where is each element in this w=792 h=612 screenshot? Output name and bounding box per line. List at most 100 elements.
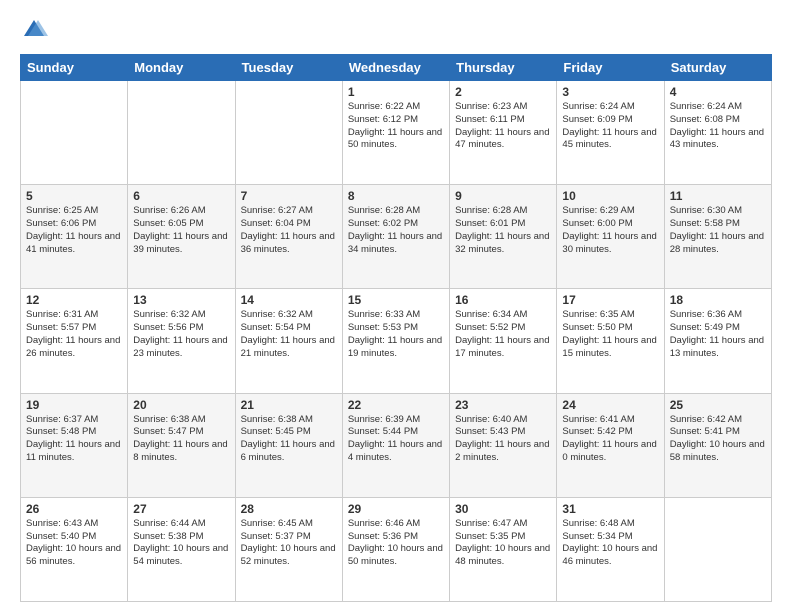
calendar-header-monday: Monday bbox=[128, 55, 235, 81]
cell-info: Sunrise: 6:32 AM Sunset: 5:56 PM Dayligh… bbox=[133, 309, 229, 360]
calendar-cell bbox=[21, 81, 128, 185]
day-number: 20 bbox=[133, 398, 229, 412]
day-number: 17 bbox=[562, 293, 658, 307]
calendar-header-tuesday: Tuesday bbox=[235, 55, 342, 81]
cell-info: Sunrise: 6:43 AM Sunset: 5:40 PM Dayligh… bbox=[26, 518, 122, 569]
cell-info: Sunrise: 6:31 AM Sunset: 5:57 PM Dayligh… bbox=[26, 309, 122, 360]
calendar-cell: 22 Sunrise: 6:39 AM Sunset: 5:44 PM Dayli… bbox=[342, 393, 449, 497]
calendar-cell: 29Sunrise: 6:46 AM Sunset: 5:36 PM Dayli… bbox=[342, 497, 449, 601]
logo-icon bbox=[20, 16, 48, 44]
logo bbox=[20, 16, 52, 44]
day-number: 6 bbox=[133, 189, 229, 203]
calendar-week-row: 26 Sunrise: 6:43 AM Sunset: 5:40 PM Dayli… bbox=[21, 497, 772, 601]
calendar-cell: 11 Sunrise: 6:30 AM Sunset: 5:58 PM Dayli… bbox=[664, 185, 771, 289]
calendar-cell: 26 Sunrise: 6:43 AM Sunset: 5:40 PM Dayli… bbox=[21, 497, 128, 601]
calendar-cell: 23 Sunrise: 6:40 AM Sunset: 5:43 PM Dayli… bbox=[450, 393, 557, 497]
calendar-cell: 31Sunrise: 6:48 AM Sunset: 5:34 PM Dayli… bbox=[557, 497, 664, 601]
calendar-cell: 1 Sunrise: 6:22 AM Sunset: 6:12 PM Daylig… bbox=[342, 81, 449, 185]
cell-info: Sunrise: 6:47 AM Sunset: 5:35 PM Dayligh… bbox=[455, 518, 551, 569]
cell-info: Sunrise: 6:38 AM Sunset: 5:45 PM Dayligh… bbox=[241, 414, 337, 465]
cell-info: Sunrise: 6:33 AM Sunset: 5:53 PM Dayligh… bbox=[348, 309, 444, 360]
day-number: 4 bbox=[670, 85, 766, 99]
day-number: 2 bbox=[455, 85, 551, 99]
calendar-header-row: SundayMondayTuesdayWednesdayThursdayFrid… bbox=[21, 55, 772, 81]
cell-info: Sunrise: 6:24 AM Sunset: 6:09 PM Dayligh… bbox=[562, 101, 658, 152]
cell-info: Sunrise: 6:48 AM Sunset: 5:34 PM Dayligh… bbox=[562, 518, 658, 569]
day-number: 3 bbox=[562, 85, 658, 99]
header bbox=[20, 16, 772, 44]
day-number: 28 bbox=[241, 502, 337, 516]
cell-info: Sunrise: 6:36 AM Sunset: 5:49 PM Dayligh… bbox=[670, 309, 766, 360]
calendar-cell: 27Sunrise: 6:44 AM Sunset: 5:38 PM Dayli… bbox=[128, 497, 235, 601]
calendar-cell: 4 Sunrise: 6:24 AM Sunset: 6:08 PM Daylig… bbox=[664, 81, 771, 185]
calendar-cell: 8Sunrise: 6:28 AM Sunset: 6:02 PM Daylig… bbox=[342, 185, 449, 289]
day-number: 13 bbox=[133, 293, 229, 307]
cell-info: Sunrise: 6:39 AM Sunset: 5:44 PM Dayligh… bbox=[348, 414, 444, 465]
calendar-cell: 24 Sunrise: 6:41 AM Sunset: 5:42 PM Dayli… bbox=[557, 393, 664, 497]
cell-info: Sunrise: 6:30 AM Sunset: 5:58 PM Dayligh… bbox=[670, 205, 766, 256]
calendar-cell bbox=[128, 81, 235, 185]
calendar-cell: 14 Sunrise: 6:32 AM Sunset: 5:54 PM Dayli… bbox=[235, 289, 342, 393]
calendar-header-saturday: Saturday bbox=[664, 55, 771, 81]
day-number: 24 bbox=[562, 398, 658, 412]
calendar-header-thursday: Thursday bbox=[450, 55, 557, 81]
cell-info: Sunrise: 6:41 AM Sunset: 5:42 PM Dayligh… bbox=[562, 414, 658, 465]
day-number: 23 bbox=[455, 398, 551, 412]
calendar-cell: 17 Sunrise: 6:35 AM Sunset: 5:50 PM Dayli… bbox=[557, 289, 664, 393]
day-number: 27 bbox=[133, 502, 229, 516]
calendar-cell: 20 Sunrise: 6:38 AM Sunset: 5:47 PM Dayli… bbox=[128, 393, 235, 497]
cell-info: Sunrise: 6:22 AM Sunset: 6:12 PM Dayligh… bbox=[348, 101, 444, 152]
cell-info: Sunrise: 6:24 AM Sunset: 6:08 PM Dayligh… bbox=[670, 101, 766, 152]
cell-info: Sunrise: 6:34 AM Sunset: 5:52 PM Dayligh… bbox=[455, 309, 551, 360]
cell-info: Sunrise: 6:27 AM Sunset: 6:04 PM Dayligh… bbox=[241, 205, 337, 256]
calendar-cell bbox=[664, 497, 771, 601]
calendar-week-row: 5Sunrise: 6:25 AM Sunset: 6:06 PM Daylig… bbox=[21, 185, 772, 289]
cell-info: Sunrise: 6:40 AM Sunset: 5:43 PM Dayligh… bbox=[455, 414, 551, 465]
calendar-cell: 21 Sunrise: 6:38 AM Sunset: 5:45 PM Dayli… bbox=[235, 393, 342, 497]
day-number: 9 bbox=[455, 189, 551, 203]
cell-info: Sunrise: 6:29 AM Sunset: 6:00 PM Dayligh… bbox=[562, 205, 658, 256]
cell-info: Sunrise: 6:28 AM Sunset: 6:01 PM Dayligh… bbox=[455, 205, 551, 256]
day-number: 21 bbox=[241, 398, 337, 412]
calendar-cell: 2 Sunrise: 6:23 AM Sunset: 6:11 PM Daylig… bbox=[450, 81, 557, 185]
calendar-cell: 13 Sunrise: 6:32 AM Sunset: 5:56 PM Dayli… bbox=[128, 289, 235, 393]
day-number: 10 bbox=[562, 189, 658, 203]
calendar-header-friday: Friday bbox=[557, 55, 664, 81]
calendar-week-row: 19Sunrise: 6:37 AM Sunset: 5:48 PM Dayli… bbox=[21, 393, 772, 497]
day-number: 26 bbox=[26, 502, 122, 516]
calendar-cell: 15 Sunrise: 6:33 AM Sunset: 5:53 PM Dayli… bbox=[342, 289, 449, 393]
calendar-cell: 12 Sunrise: 6:31 AM Sunset: 5:57 PM Dayli… bbox=[21, 289, 128, 393]
calendar-cell: 25Sunrise: 6:42 AM Sunset: 5:41 PM Dayli… bbox=[664, 393, 771, 497]
cell-info: Sunrise: 6:45 AM Sunset: 5:37 PM Dayligh… bbox=[241, 518, 337, 569]
day-number: 22 bbox=[348, 398, 444, 412]
calendar-header-wednesday: Wednesday bbox=[342, 55, 449, 81]
calendar-week-row: 1 Sunrise: 6:22 AM Sunset: 6:12 PM Daylig… bbox=[21, 81, 772, 185]
cell-info: Sunrise: 6:35 AM Sunset: 5:50 PM Dayligh… bbox=[562, 309, 658, 360]
page: SundayMondayTuesdayWednesdayThursdayFrid… bbox=[0, 0, 792, 612]
day-number: 1 bbox=[348, 85, 444, 99]
calendar-cell: 30 Sunrise: 6:47 AM Sunset: 5:35 PM Dayli… bbox=[450, 497, 557, 601]
calendar-cell bbox=[235, 81, 342, 185]
day-number: 5 bbox=[26, 189, 122, 203]
day-number: 11 bbox=[670, 189, 766, 203]
day-number: 14 bbox=[241, 293, 337, 307]
calendar-week-row: 12 Sunrise: 6:31 AM Sunset: 5:57 PM Dayli… bbox=[21, 289, 772, 393]
day-number: 16 bbox=[455, 293, 551, 307]
calendar-cell: 10 Sunrise: 6:29 AM Sunset: 6:00 PM Dayli… bbox=[557, 185, 664, 289]
cell-info: Sunrise: 6:42 AM Sunset: 5:41 PM Dayligh… bbox=[670, 414, 766, 465]
calendar-cell: 16 Sunrise: 6:34 AM Sunset: 5:52 PM Dayli… bbox=[450, 289, 557, 393]
cell-info: Sunrise: 6:32 AM Sunset: 5:54 PM Dayligh… bbox=[241, 309, 337, 360]
cell-info: Sunrise: 6:26 AM Sunset: 6:05 PM Dayligh… bbox=[133, 205, 229, 256]
cell-info: Sunrise: 6:23 AM Sunset: 6:11 PM Dayligh… bbox=[455, 101, 551, 152]
calendar-cell: 3 Sunrise: 6:24 AM Sunset: 6:09 PM Daylig… bbox=[557, 81, 664, 185]
calendar-header-sunday: Sunday bbox=[21, 55, 128, 81]
day-number: 18 bbox=[670, 293, 766, 307]
day-number: 30 bbox=[455, 502, 551, 516]
day-number: 12 bbox=[26, 293, 122, 307]
cell-info: Sunrise: 6:38 AM Sunset: 5:47 PM Dayligh… bbox=[133, 414, 229, 465]
day-number: 15 bbox=[348, 293, 444, 307]
calendar-cell: 7Sunrise: 6:27 AM Sunset: 6:04 PM Daylig… bbox=[235, 185, 342, 289]
calendar-cell: 5Sunrise: 6:25 AM Sunset: 6:06 PM Daylig… bbox=[21, 185, 128, 289]
cell-info: Sunrise: 6:37 AM Sunset: 5:48 PM Dayligh… bbox=[26, 414, 122, 465]
calendar-cell: 18 Sunrise: 6:36 AM Sunset: 5:49 PM Dayli… bbox=[664, 289, 771, 393]
